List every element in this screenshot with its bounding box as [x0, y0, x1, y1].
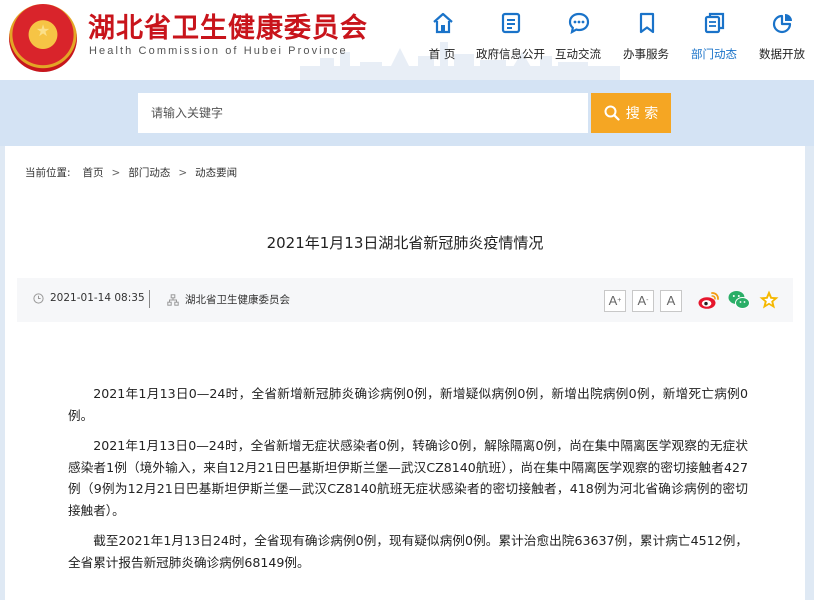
breadcrumb-prefix: 当前位置:: [25, 167, 71, 179]
breadcrumb-separator: >: [111, 166, 121, 179]
breadcrumb-separator: >: [178, 166, 188, 179]
nav-label-home: 首 页: [428, 47, 456, 61]
font-size-medium-button[interactable]: A-: [632, 290, 654, 312]
wechat-icon[interactable]: [727, 288, 751, 312]
chat-icon: [568, 12, 590, 34]
search-icon: [604, 105, 620, 121]
favorite-star-icon[interactable]: [757, 288, 781, 312]
article-date: 2021-01-14 08:35: [33, 292, 145, 304]
article-body: 2021年1月13日0—24时，全省新增新冠肺炎确诊病例0例，新增疑似病例0例，…: [68, 383, 748, 582]
search-band: 搜 索: [0, 80, 814, 146]
font-size-large-button[interactable]: A+: [604, 290, 626, 312]
article-paragraph: 2021年1月13日0—24时，全省新增新冠肺炎确诊病例0例，新增疑似病例0例，…: [68, 386, 748, 423]
article-paragraph: 截至2021年1月13日24时，全省现有确诊病例0例，现有疑似病例0例。累计治愈…: [68, 533, 748, 570]
clock-icon: [33, 292, 44, 304]
breadcrumb-home[interactable]: 首页: [83, 165, 104, 180]
font-medium-label: A: [637, 293, 647, 308]
meta-divider: [149, 290, 150, 308]
nav-item-dept-news[interactable]: 部门动态: [680, 10, 748, 66]
nav-item-home[interactable]: 首 页: [408, 10, 476, 66]
nav-label-interaction: 互动交流: [555, 47, 601, 61]
search-input[interactable]: [138, 93, 588, 133]
article-source-text: 湖北省卫生健康委员会: [185, 294, 290, 306]
font-large-label: A: [608, 293, 618, 308]
emblem-star-icon: ★: [35, 21, 51, 40]
document-icon: [501, 12, 521, 34]
nav-item-gov-info[interactable]: 政府信息公开: [476, 10, 545, 66]
nav-item-open-data[interactable]: 数据开放: [748, 10, 814, 66]
content-panel: 当前位置: 首页 > 部门动态 > 动态要闻 2021年1月13日湖北省新冠肺炎…: [5, 146, 805, 600]
nav-label-open-data: 数据开放: [759, 47, 805, 61]
site-title[interactable]: 湖北省卫生健康委员会: [88, 6, 368, 45]
search-button-label: 搜 索: [625, 106, 659, 122]
org-icon: [167, 293, 179, 306]
breadcrumb-dept-news[interactable]: 部门动态: [128, 165, 170, 180]
files-icon: [704, 12, 725, 34]
font-small-label: A: [666, 293, 676, 308]
site-header: ★ 湖北省卫生健康委员会 Health Commission of Hubei …: [0, 0, 814, 80]
article-paragraph: 2021年1月13日0—24时，全省新增无症状感染者0例，转确诊0例，解除隔离0…: [68, 438, 748, 518]
article-source: 湖北省卫生健康委员会: [167, 292, 290, 307]
national-emblem-logo[interactable]: ★: [9, 4, 77, 72]
site-subtitle: Health Commission of Hubei Province: [89, 45, 348, 57]
main-nav: 首 页 政府信息公开 互动交流 办事服务 部门动态 数据开放: [408, 10, 814, 66]
bookmark-icon: [639, 12, 655, 34]
article-date-text: 2021-01-14 08:35: [50, 292, 145, 304]
article-title: 2021年1月13日湖北省新冠肺炎疫情情况: [266, 234, 544, 252]
breadcrumb: 当前位置: 首页 > 部门动态 > 动态要闻: [25, 165, 237, 180]
home-icon: [433, 12, 453, 34]
nav-label-gov-info: 政府信息公开: [476, 47, 545, 61]
nav-label-services: 办事服务: [623, 47, 669, 61]
breadcrumb-news[interactable]: 动态要闻: [195, 165, 237, 180]
nav-label-dept-news: 部门动态: [691, 47, 737, 61]
nav-item-services[interactable]: 办事服务: [612, 10, 680, 66]
pie-chart-icon: [772, 14, 792, 34]
weibo-icon[interactable]: [697, 288, 721, 312]
search-button[interactable]: 搜 索: [591, 93, 671, 133]
nav-item-interaction[interactable]: 互动交流: [544, 10, 612, 66]
font-size-small-button[interactable]: A: [660, 290, 682, 312]
article-meta-bar: 2021-01-14 08:35 湖北省卫生健康委员会 A+ A- A: [17, 278, 793, 322]
